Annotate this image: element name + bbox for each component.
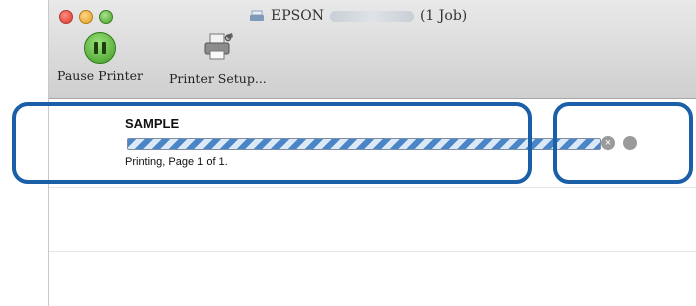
printer-icon: [250, 10, 264, 21]
minimize-window-button[interactable]: [79, 10, 93, 24]
row-divider: [49, 251, 696, 252]
pause-icon: [84, 32, 116, 64]
title-job-count: (1 Job): [419, 8, 468, 24]
zoom-window-button[interactable]: [99, 10, 113, 24]
pause-printer-button[interactable]: Pause Printer: [57, 32, 143, 83]
title-bar: EPSON (1 Job) Pause Printer Printer Setu…: [49, 0, 696, 99]
printer-setup-label: Printer Setup...: [169, 71, 267, 86]
printer-label: Printer: [98, 68, 143, 83]
row-divider: [49, 187, 696, 188]
controls-highlight-callout: [553, 102, 693, 184]
printer-model-redacted: [329, 10, 414, 22]
window-title: EPSON (1 Job): [249, 7, 467, 25]
pause-label: Pause: [57, 68, 95, 83]
title-brand: EPSON: [271, 8, 324, 24]
job-highlight-callout: [12, 102, 532, 184]
printer-setup-button[interactable]: Printer Setup...: [169, 32, 267, 86]
close-window-button[interactable]: [59, 10, 73, 24]
printer-setup-icon: [204, 33, 233, 60]
